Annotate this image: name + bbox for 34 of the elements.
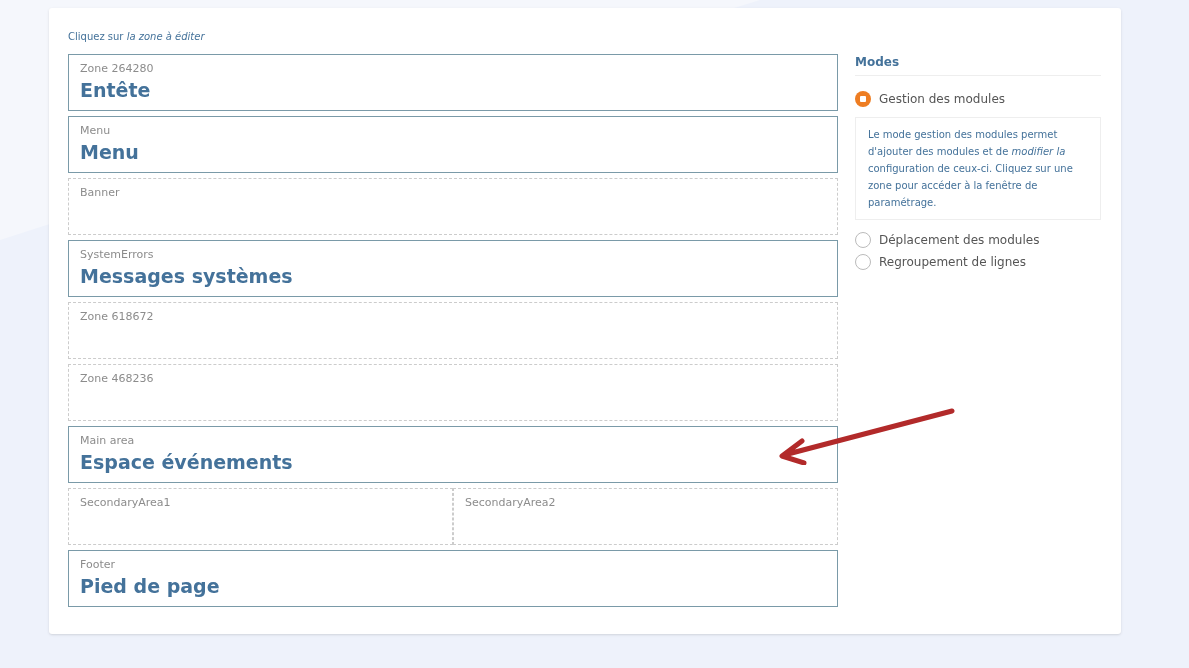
- layout-zone[interactable]: Zone 264280 Entête: [68, 54, 838, 111]
- layout-zone[interactable]: Menu Menu: [68, 116, 838, 173]
- mode-option[interactable]: Gestion des modules: [855, 88, 1101, 110]
- zone-title: Messages systèmes: [80, 264, 294, 289]
- layout-zone[interactable]: Banner: [68, 178, 838, 235]
- zone-label: SystemErrors: [80, 248, 155, 262]
- layout-zone[interactable]: Main area Espace événements: [68, 426, 838, 483]
- layout-zone[interactable]: Footer Pied de page: [68, 550, 838, 607]
- zone-label: Main area: [80, 434, 136, 448]
- layout-zone[interactable]: SecondaryArea1: [68, 488, 453, 545]
- instruction-text: Cliquez sur la zone à éditer: [68, 30, 206, 44]
- radio-button[interactable]: [855, 232, 871, 248]
- layout-zone[interactable]: SystemErrors Messages systèmes: [68, 240, 838, 297]
- mode-option[interactable]: Déplacement des modules: [855, 229, 1101, 251]
- zone-label: Menu: [80, 124, 112, 138]
- mode-description: Le mode gestion des modules permet d'ajouter des modules et de modifier la configuration de ceux-ci. Cliquez sur une zone pour accéder à la fenêtre de paramétrage.: [855, 117, 1101, 220]
- zone-label: Footer: [80, 558, 116, 572]
- zone-label: Zone 468236: [80, 372, 155, 386]
- radio-button[interactable]: [855, 91, 871, 107]
- mode-option[interactable]: Regroupement de lignes: [855, 251, 1101, 273]
- layout-zone[interactable]: Zone 468236: [68, 364, 838, 421]
- zone-label: SecondaryArea2: [465, 496, 557, 510]
- zone-title: Pied de page: [80, 574, 221, 599]
- zone-label: Banner: [80, 186, 121, 200]
- radio-button[interactable]: [855, 254, 871, 270]
- zone-title: Menu: [80, 140, 140, 165]
- modes-heading: Modes: [855, 53, 1101, 76]
- zone-label: SecondaryArea1: [80, 496, 172, 510]
- layout-zone[interactable]: Zone 618672: [68, 302, 838, 359]
- zone-label: Zone 264280: [80, 62, 155, 76]
- zone-label: Zone 618672: [80, 310, 155, 324]
- zone-title: Espace événements: [80, 450, 294, 475]
- zone-title: Entête: [80, 78, 152, 103]
- layout-zone[interactable]: SecondaryArea2: [453, 488, 838, 545]
